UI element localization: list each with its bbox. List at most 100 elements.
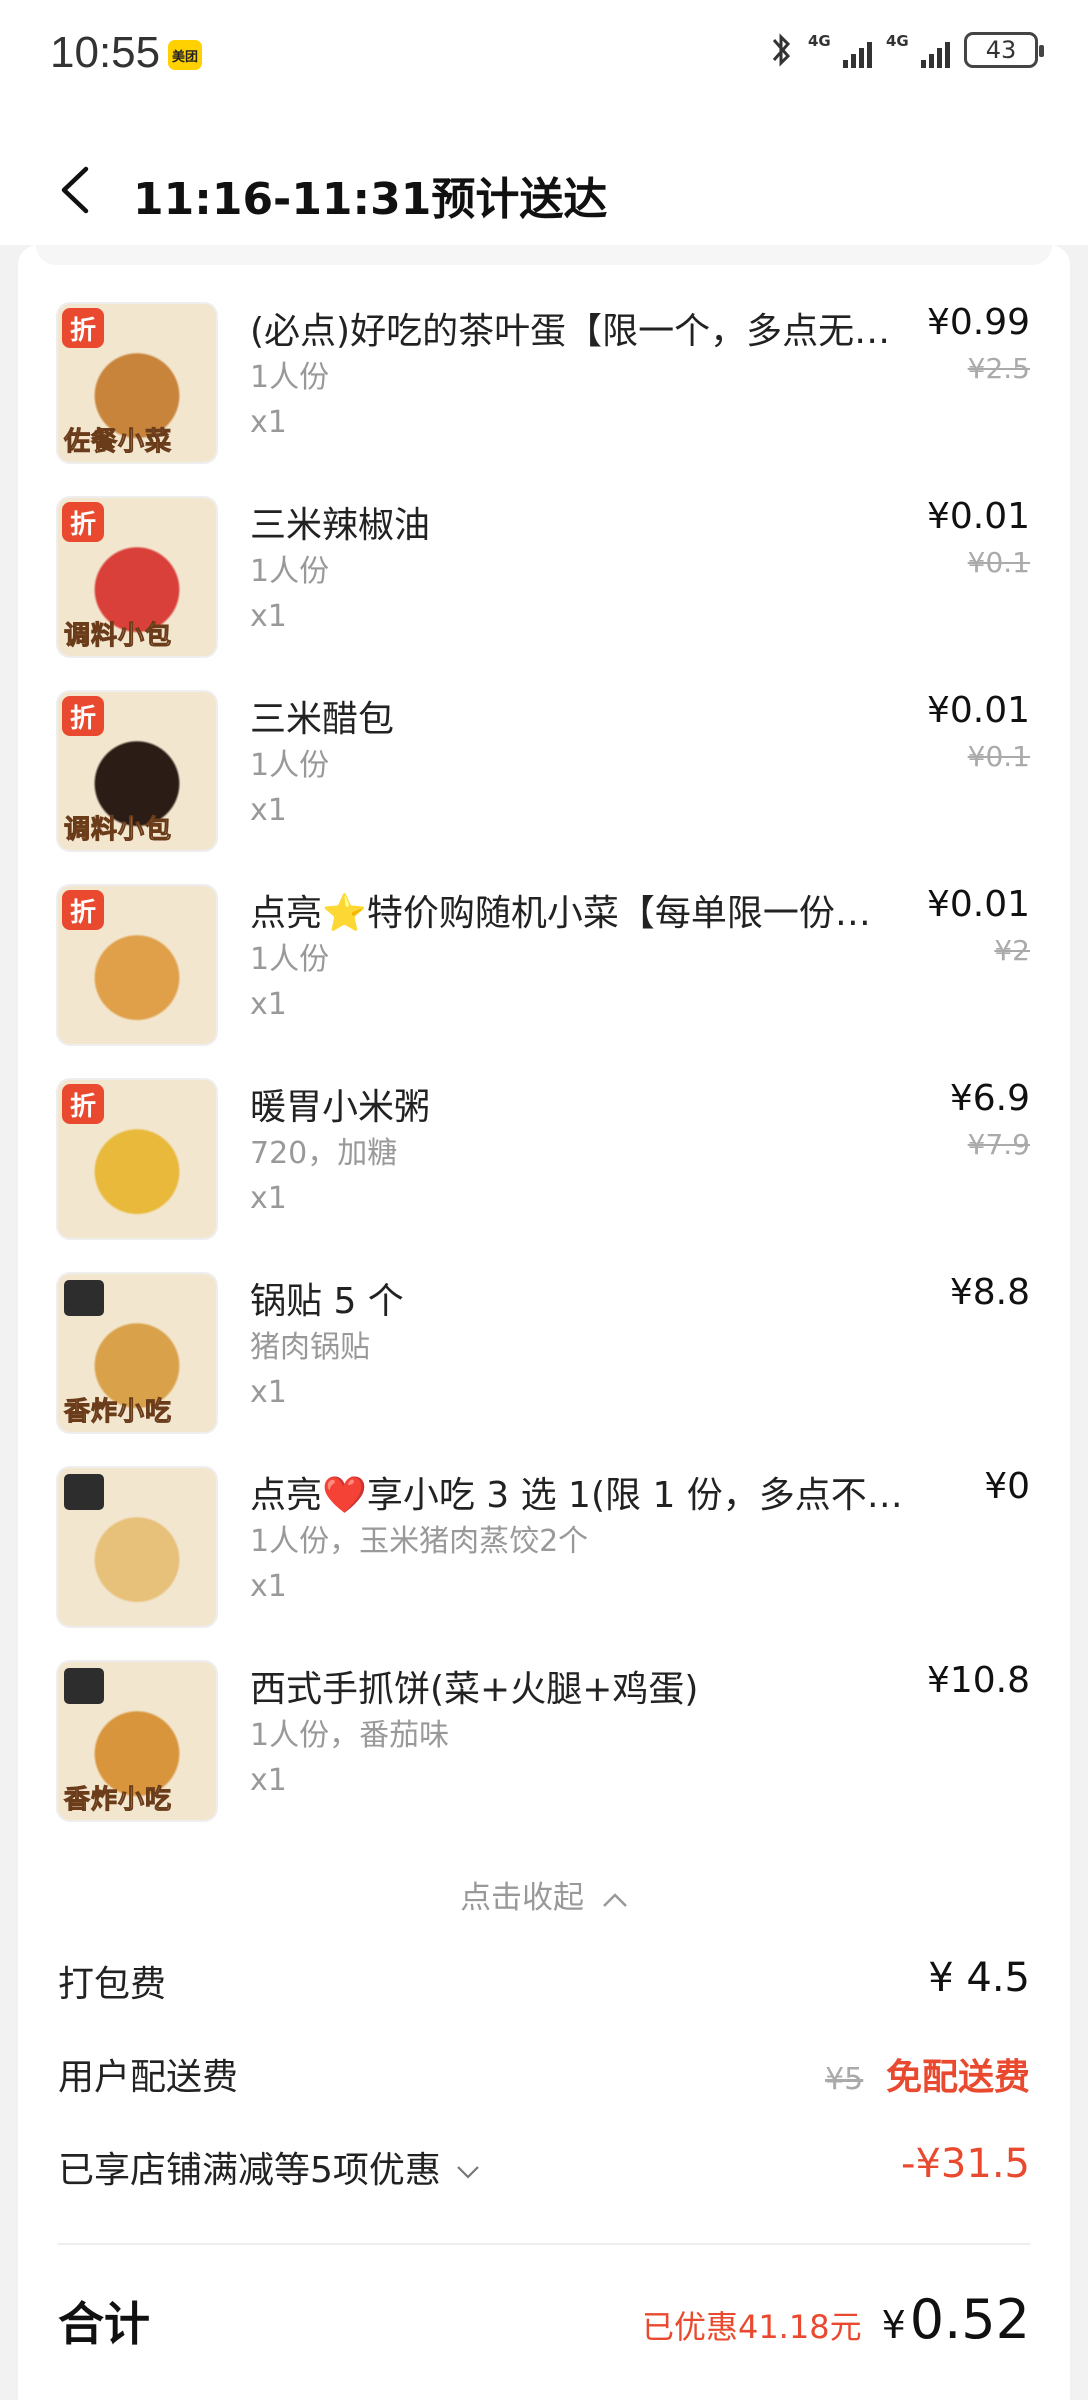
promo-row[interactable]: 已享店铺满减等5项优惠 -¥31.5	[58, 2141, 1030, 2201]
item-original-price: ¥0.1	[967, 740, 1030, 773]
item-price: ¥0.01	[926, 496, 1030, 537]
item-quantity: x1	[250, 405, 287, 440]
total-saved: 已优惠41.18元	[641, 2308, 862, 2346]
discount-badge: 折	[62, 502, 104, 542]
divider	[58, 2243, 1030, 2245]
card-top-edge	[36, 245, 1052, 265]
promo-label: 已享店铺满减等5项优惠	[58, 2150, 441, 2191]
order-item[interactable]: 折 点亮⭐特价购随机小菜【每单限一份… 1人份 x1 ¥0.01 ¥2	[40, 884, 1030, 1054]
item-quantity: x1	[250, 1181, 287, 1216]
thumbnail-category-label: 调料小包	[63, 621, 173, 652]
promo-value: -¥31.5	[901, 2141, 1030, 2187]
signal-icon-2: 4G	[886, 30, 950, 70]
order-item[interactable]: 香炸小吃 西式手抓饼(菜+火腿+鸡蛋) 1人份，番茄味 x1 ¥10.8	[40, 1660, 1030, 1830]
packing-fee-label: 打包费	[58, 1964, 167, 2005]
brand-logo-icon	[64, 1668, 104, 1704]
item-thumbnail: 折调料小包	[56, 496, 218, 658]
back-arrow-icon[interactable]	[58, 165, 92, 215]
order-item[interactable]: 香炸小吃 锅贴 5 个猪肉锅贴 x1 ¥8.8	[40, 1272, 1030, 1442]
signal-icon: 4G	[808, 30, 872, 70]
item-thumbnail: 折	[56, 1078, 218, 1240]
item-spec: 1人份	[250, 942, 330, 977]
total-right: 已优惠41.18元 ¥0.52	[642, 2288, 1030, 2351]
network-type-2: 4G	[886, 32, 909, 50]
thumbnail-category-label: 佐餐小菜	[63, 427, 173, 458]
item-spec: 1人份，番茄味	[250, 1718, 450, 1753]
order-item[interactable]: 折佐餐小菜 (必点)好吃的茶叶蛋【限一个，多点无… 1人份 x1 ¥0.99 ¥2.5	[40, 302, 1030, 472]
item-price: ¥8.8	[949, 1272, 1030, 1313]
order-item[interactable]: 折调料小包 三米辣椒油 1人份 x1 ¥0.01 ¥0.1	[40, 496, 1030, 666]
item-original-price: ¥7.9	[967, 1128, 1030, 1161]
discount-badge: 折	[62, 308, 104, 348]
total-amount: ¥0.52	[882, 2288, 1030, 2351]
chevron-down-icon	[457, 2166, 480, 2179]
item-name: 三米醋包	[250, 699, 395, 740]
thumbnail-category-label: 香炸小吃	[63, 1785, 173, 1816]
total-row: 合计 已优惠41.18元 ¥0.52	[58, 2288, 1030, 2358]
collapse-toggle[interactable]: 点击收起	[0, 1872, 1088, 1917]
page-header: 11:16-11:31预计送达	[0, 115, 1088, 245]
order-item[interactable]: 折 暖胃小米粥 720，加糖 x1 ¥6.9 ¥7.9	[40, 1078, 1030, 1248]
delivery-fee-free: 免配送费	[885, 2057, 1030, 2098]
delivery-fee-row: 用户配送费 ¥5 免配送费	[58, 2048, 1030, 2108]
meituan-app-icon: 美团	[168, 40, 202, 70]
item-thumbnail: 折	[56, 884, 218, 1046]
item-spec: 1人份	[250, 360, 330, 395]
item-name: 点亮❤️享小吃 3 选 1(限 1 份，多点不…	[250, 1475, 903, 1516]
status-bar: 10:55 美团 4G 4G 43	[0, 0, 1088, 115]
discount-badge: 折	[62, 1084, 104, 1124]
item-quantity: x1	[250, 1763, 287, 1798]
thumbnail-category-label: 香炸小吃	[63, 1397, 173, 1428]
item-price: ¥10.8	[926, 1660, 1030, 1701]
delivery-fee-label: 用户配送费	[58, 2057, 239, 2098]
item-name: 点亮⭐特价购随机小菜【每单限一份…	[250, 893, 871, 934]
item-name: 暖胃小米粥	[250, 1087, 431, 1128]
delivery-fee-original: ¥5	[825, 2062, 864, 2097]
item-quantity: x1	[250, 1569, 287, 1604]
brand-logo-icon	[64, 1474, 104, 1510]
total-label: 合计	[58, 2297, 150, 2351]
item-thumbnail: 折调料小包	[56, 690, 218, 852]
collapse-label: 点击收起	[460, 1880, 585, 1916]
item-name: 锅贴 5 个	[250, 1281, 404, 1322]
thumbnail-category-label: 调料小包	[63, 815, 173, 846]
item-spec: 1人份	[250, 554, 330, 589]
item-spec: 1人份	[250, 748, 330, 783]
item-quantity: x1	[250, 1375, 287, 1410]
item-original-price: ¥0.1	[967, 546, 1030, 579]
item-spec: 720，加糖	[250, 1136, 398, 1171]
chevron-up-icon	[603, 1892, 627, 1907]
brand-logo-icon	[64, 1280, 104, 1316]
discount-badge: 折	[62, 890, 104, 930]
order-item[interactable]: 点亮❤️享小吃 3 选 1(限 1 份，多点不… 1人份，玉米猪肉蒸饺2个 x1 ¥0	[40, 1466, 1030, 1636]
item-quantity: x1	[250, 599, 287, 634]
item-spec: 猪肉锅贴	[250, 1330, 370, 1365]
battery-icon: 43	[964, 32, 1044, 68]
order-item[interactable]: 折调料小包 三米醋包 1人份 x1 ¥0.01 ¥0.1	[40, 690, 1030, 860]
item-name: 三米辣椒油	[250, 505, 431, 546]
page-title: 11:16-11:31预计送达	[133, 174, 608, 225]
item-name: (必点)好吃的茶叶蛋【限一个，多点无…	[250, 311, 891, 352]
packing-fee-row: 打包费 ¥ 4.5	[58, 1955, 1030, 2015]
item-thumbnail: 香炸小吃	[56, 1272, 218, 1434]
item-spec: 1人份，玉米猪肉蒸饺2个	[250, 1524, 589, 1559]
item-thumbnail: 香炸小吃	[56, 1660, 218, 1822]
total-yen: ¥	[881, 2303, 906, 2347]
item-quantity: x1	[250, 987, 287, 1022]
item-price: ¥0.99	[926, 302, 1030, 343]
item-quantity: x1	[250, 793, 287, 828]
item-thumbnail	[56, 1466, 218, 1628]
discount-badge: 折	[62, 696, 104, 736]
promo-label-wrap[interactable]: 已享店铺满减等5项优惠	[58, 2141, 480, 2193]
status-time: 10:55	[50, 28, 161, 77]
item-thumbnail: 折佐餐小菜	[56, 302, 218, 464]
network-type: 4G	[808, 32, 831, 50]
bluetooth-icon	[772, 33, 791, 67]
item-price: ¥0.01	[926, 690, 1030, 731]
delivery-fee-value: ¥5 免配送费	[825, 2048, 1030, 2100]
total-value: 0.52	[909, 2288, 1030, 2351]
item-original-price: ¥2	[994, 934, 1030, 967]
item-price: ¥6.9	[949, 1078, 1030, 1119]
item-original-price: ¥2.5	[967, 352, 1030, 385]
packing-fee-value: ¥ 4.5	[928, 1955, 1030, 2001]
